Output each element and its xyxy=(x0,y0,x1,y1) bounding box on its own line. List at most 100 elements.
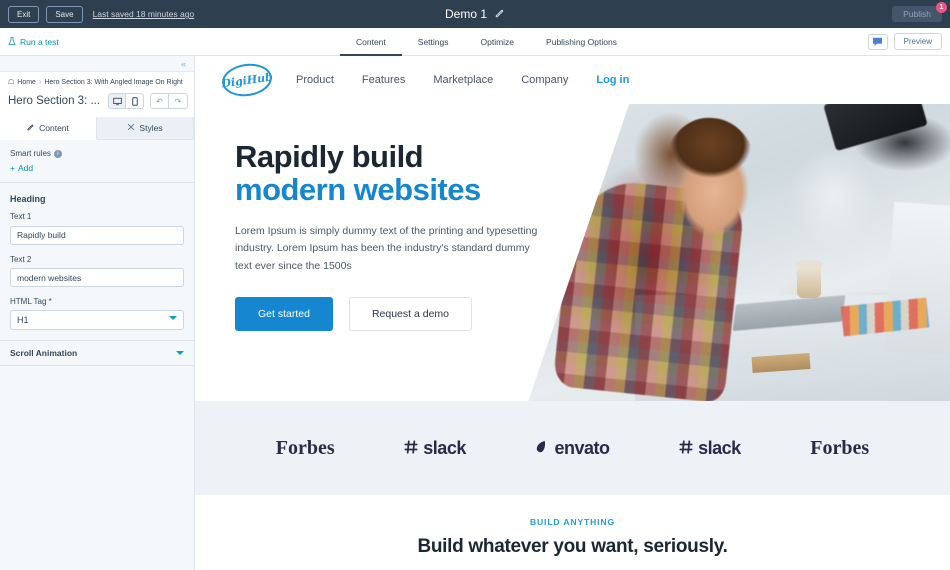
breadcrumb-home[interactable]: Home xyxy=(17,79,36,86)
editor-tabs: Content Settings Optimize Publishing Opt… xyxy=(340,28,633,56)
editor-sidebar: « ☖ Home › Hero Section 3: With Angled I… xyxy=(0,56,195,570)
scroll-animation-label: Scroll Animation xyxy=(10,348,78,358)
sidebar-tab-content-label: Content xyxy=(39,123,69,133)
sidebar-collapse-row: « xyxy=(0,56,194,71)
text2-input[interactable] xyxy=(10,268,184,287)
logo-slack-2: slack xyxy=(679,438,741,459)
scroll-animation-accordion[interactable]: Scroll Animation xyxy=(0,340,194,366)
device-toggle xyxy=(108,93,144,109)
publish-badge: 1 xyxy=(936,2,947,13)
site-nav-company[interactable]: Company xyxy=(521,74,568,86)
site-nav-marketplace[interactable]: Marketplace xyxy=(433,74,493,86)
module-title: Hero Section 3: ... xyxy=(8,95,100,107)
preview-button[interactable]: Preview xyxy=(893,33,942,50)
logo-forbes-2: Forbes xyxy=(810,436,870,459)
add-smart-rule-label: Add xyxy=(17,163,34,173)
chevron-double-left-icon[interactable]: « xyxy=(181,59,186,69)
text2-label: Text 2 xyxy=(10,254,32,264)
site-nav: Product Features Marketplace Company Log… xyxy=(296,74,629,86)
sidebar-tab-styles-label: Styles xyxy=(139,123,163,133)
slack-icon xyxy=(679,438,693,459)
run-a-test-button[interactable]: Run a test xyxy=(8,37,59,47)
pencil-icon[interactable] xyxy=(495,8,505,20)
add-smart-rule-button[interactable]: + Add xyxy=(10,163,184,173)
hero-text-block: Rapidly build modern websites Lorem Ipsu… xyxy=(235,140,565,331)
text1-label: Text 1 xyxy=(10,212,32,221)
tab-settings[interactable]: Settings xyxy=(402,28,465,56)
html-tag-select[interactable]: H1 xyxy=(10,310,184,330)
info-icon[interactable]: i xyxy=(53,149,62,158)
html-tag-label: HTML Tag * xyxy=(10,297,52,306)
request-demo-button[interactable]: Request a demo xyxy=(348,296,473,331)
tab-publishing-options[interactable]: Publishing Options xyxy=(530,28,633,56)
site-nav-features[interactable]: Features xyxy=(362,74,405,86)
top-bar: Exit Save Last saved 18 minutes ago Demo… xyxy=(0,0,950,28)
home-icon: ☖ xyxy=(8,79,15,86)
logo-envato-label: envato xyxy=(554,437,610,458)
editor-nav-bar: Run a test Content Settings Optimize Pub… xyxy=(0,28,950,56)
logo-envato: envato xyxy=(535,437,610,459)
undo-icon[interactable]: ↶ xyxy=(150,93,169,109)
envato-icon xyxy=(535,438,549,459)
site-header: DigiHub Product Features Marketplace Com… xyxy=(195,56,950,104)
hero-heading-line1[interactable]: Rapidly build xyxy=(235,140,565,174)
mobile-icon[interactable] xyxy=(126,93,144,109)
hero-image xyxy=(527,104,950,401)
smart-rules-label-row: Smart rules i xyxy=(10,149,184,158)
publish-button[interactable]: Publish xyxy=(892,6,942,22)
run-a-test-label: Run a test xyxy=(20,36,59,47)
sidebar-form: Heading Text 1 Text 2 HTML Tag * H1 Scro… xyxy=(0,183,194,366)
site-nav-login[interactable]: Log in xyxy=(596,74,629,86)
site-logo[interactable]: DigiHub xyxy=(220,60,274,100)
last-saved-label[interactable]: Last saved 18 minutes ago xyxy=(93,9,195,19)
logo-slack-label: slack xyxy=(423,437,466,458)
logo-slack-label: slack xyxy=(698,437,741,458)
page-preview-canvas[interactable]: DigiHub Product Features Marketplace Com… xyxy=(195,56,950,570)
tab-content[interactable]: Content xyxy=(340,28,402,56)
logo-forbes-1: Forbes xyxy=(275,436,335,459)
form-group-title: Heading xyxy=(10,194,46,204)
desktop-icon[interactable] xyxy=(108,93,126,109)
slack-icon xyxy=(404,438,418,459)
hero-section: Rapidly build modern websites Lorem Ipsu… xyxy=(195,104,950,401)
lamp-shape xyxy=(823,104,928,152)
save-button[interactable]: Save xyxy=(46,5,83,23)
publish-group: Publish 1 xyxy=(892,2,947,22)
brush-icon xyxy=(127,123,135,133)
sidebar-tab-styles[interactable]: Styles xyxy=(97,117,194,139)
coffee-cup-shape xyxy=(795,260,823,299)
redo-icon[interactable]: ↷ xyxy=(169,93,188,109)
smart-rules-section: Smart rules i + Add xyxy=(0,140,194,183)
get-started-button[interactable]: Get started xyxy=(235,296,333,331)
cta-eyebrow[interactable]: BUILD ANYTHING xyxy=(195,517,950,527)
site-nav-product[interactable]: Product xyxy=(296,74,334,86)
tab-optimize[interactable]: Optimize xyxy=(465,28,531,56)
sidebar-tab-content[interactable]: Content xyxy=(0,117,97,140)
nav-right-actions: Preview xyxy=(867,33,942,50)
cta-section: BUILD ANYTHING Build whatever you want, … xyxy=(195,495,950,570)
sidebar-title-row: Hero Section 3: ... ↶ ↷ xyxy=(0,90,194,117)
pencil-icon xyxy=(27,123,35,133)
flask-icon xyxy=(8,37,16,46)
monitor-shape xyxy=(883,201,950,356)
breadcrumb-current[interactable]: Hero Section 3: With Angled Image On Rig… xyxy=(44,79,183,86)
logo-strip: Forbes slack envato slack Forbes xyxy=(195,401,950,495)
sidebar-tabs: Content Styles xyxy=(0,117,194,140)
smart-rules-label: Smart rules xyxy=(10,149,51,158)
history-controls: ↶ ↷ xyxy=(150,93,188,109)
sidebar-breadcrumb-row: ☖ Home › Hero Section 3: With Angled Ima… xyxy=(0,71,194,90)
chevron-down-icon xyxy=(176,351,184,355)
breadcrumb: ☖ Home › Hero Section 3: With Angled Ima… xyxy=(8,78,186,87)
exit-button[interactable]: Exit xyxy=(8,5,40,23)
comment-icon[interactable] xyxy=(867,33,888,50)
text1-input[interactable] xyxy=(10,225,184,245)
page-title: Demo 1 xyxy=(444,7,488,21)
breadcrumb-separator: › xyxy=(38,78,42,86)
main-area: « ☖ Home › Hero Section 3: With Angled I… xyxy=(0,56,950,570)
hero-paragraph[interactable]: Lorem Ipsum is simply dummy text of the … xyxy=(235,223,545,275)
html-tag-select-wrap: H1 xyxy=(10,310,184,330)
logo-slack-1: slack xyxy=(404,438,466,459)
cta-heading[interactable]: Build whatever you want, seriously. xyxy=(195,536,950,558)
plus-icon: + xyxy=(10,163,15,173)
hero-heading-line2[interactable]: modern websites xyxy=(235,173,565,207)
